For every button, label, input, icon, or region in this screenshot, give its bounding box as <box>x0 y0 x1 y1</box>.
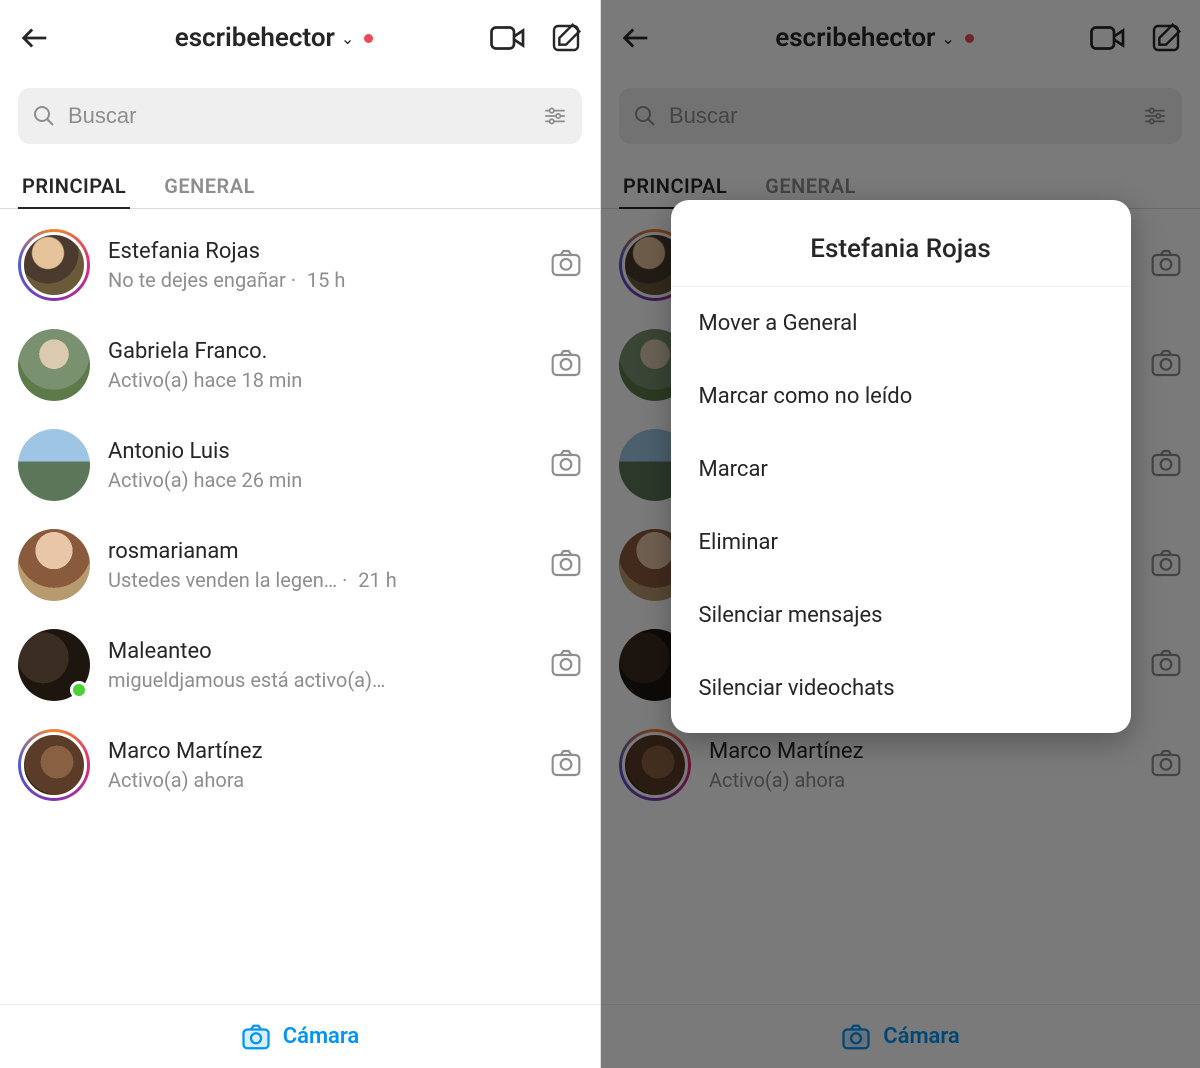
video-call-button[interactable] <box>490 23 526 53</box>
camera-shortcut[interactable] <box>550 348 582 382</box>
avatar[interactable] <box>18 529 90 601</box>
avatar[interactable] <box>18 629 90 701</box>
online-indicator <box>70 681 88 699</box>
chat-subtitle: Activo(a) hace 26 min <box>108 468 532 492</box>
context-menu: Estefania Rojas Mover a GeneralMarcar co… <box>671 200 1131 733</box>
chat-row[interactable]: Estefania Rojas No te dejes engañar · 15 … <box>0 215 600 315</box>
filter-icon[interactable] <box>542 103 568 129</box>
avatar[interactable] <box>18 229 90 301</box>
tab-principal[interactable]: PRINCIPAL <box>18 164 130 208</box>
camera-shortcut[interactable] <box>550 248 582 282</box>
context-menu-item[interactable]: Mover a General <box>671 287 1131 360</box>
camera-icon <box>550 348 582 378</box>
chat-subtitle: Activo(a) ahora <box>108 768 532 792</box>
chat-subtitle: No te dejes engañar · 15 h <box>108 268 532 292</box>
header: escribehector ⌄ <box>0 0 600 76</box>
camera-icon <box>550 648 582 678</box>
chat-name: Gabriela Franco. <box>108 339 532 364</box>
chevron-down-icon: ⌄ <box>341 29 354 48</box>
context-menu-item[interactable]: Eliminar <box>671 506 1131 579</box>
tabs: PRINCIPAL GENERAL <box>0 154 600 209</box>
chat-content: Estefania Rojas No te dejes engañar · 15 … <box>108 239 532 292</box>
search-icon <box>32 104 56 128</box>
camera-shortcut[interactable] <box>550 548 582 582</box>
chat-subtitle: migueldjamous está activo(a)… <box>108 668 532 692</box>
camera-label: Cámara <box>283 1024 360 1049</box>
chat-content: Maleanteo migueldjamous está activo(a)… <box>108 639 532 692</box>
account-switcher[interactable]: escribehector ⌄ <box>58 23 490 53</box>
tab-general[interactable]: GENERAL <box>160 164 259 208</box>
context-menu-item[interactable]: Marcar como no leído <box>671 360 1131 433</box>
camera-icon <box>550 248 582 278</box>
chat-row[interactable]: Gabriela Franco. Activo(a) hace 18 min <box>0 315 600 415</box>
chat-name: Marco Martínez <box>108 739 532 764</box>
compose-icon <box>550 22 582 54</box>
avatar[interactable] <box>18 729 90 801</box>
back-arrow-icon <box>18 21 52 55</box>
camera-shortcut[interactable] <box>550 648 582 682</box>
avatar[interactable] <box>18 429 90 501</box>
camera-icon <box>550 448 582 478</box>
chat-content: Marco Martínez Activo(a) ahora <box>108 739 532 792</box>
back-button[interactable] <box>18 21 58 55</box>
video-camera-icon <box>490 23 526 53</box>
chat-name: rosmarianam <box>108 539 532 564</box>
chat-name: Antonio Luis <box>108 439 532 464</box>
notification-dot <box>364 34 373 43</box>
new-message-button[interactable] <box>550 22 582 54</box>
camera-icon <box>550 748 582 778</box>
chat-content: Gabriela Franco. Activo(a) hace 18 min <box>108 339 532 392</box>
chat-content: Antonio Luis Activo(a) hace 26 min <box>108 439 532 492</box>
chat-subtitle: Ustedes venden la legen… · 21 h <box>108 568 532 592</box>
avatar[interactable] <box>18 329 90 401</box>
camera-shortcut[interactable] <box>550 448 582 482</box>
chat-row[interactable]: Antonio Luis Activo(a) hace 26 min <box>0 415 600 515</box>
chat-row[interactable]: Maleanteo migueldjamous está activo(a)… <box>0 615 600 715</box>
camera-icon <box>241 1023 271 1051</box>
camera-icon <box>550 548 582 578</box>
camera-bar[interactable]: Cámara <box>0 1004 600 1068</box>
context-menu-item[interactable]: Marcar <box>671 433 1131 506</box>
chat-subtitle: Activo(a) hace 18 min <box>108 368 532 392</box>
context-menu-item[interactable]: Silenciar mensajes <box>671 579 1131 652</box>
chat-list: Estefania Rojas No te dejes engañar · 15 … <box>0 209 600 885</box>
chat-row[interactable]: Marco Martínez Activo(a) ahora <box>0 715 600 815</box>
dm-inbox-panel: escribehector ⌄ PRINCIPAL GENERAL Estefa… <box>0 0 600 1068</box>
search-bar[interactable] <box>18 88 582 144</box>
username: escribehector <box>175 23 335 53</box>
search-input[interactable] <box>68 103 530 129</box>
chat-row[interactable]: rosmarianam Ustedes venden la legen… · 21… <box>0 515 600 615</box>
camera-shortcut[interactable] <box>550 748 582 782</box>
chat-name: Estefania Rojas <box>108 239 532 264</box>
dm-inbox-panel-context: escribehector ⌄ PRINCIPAL GENERAL Estefa… <box>600 0 1200 1068</box>
chat-content: rosmarianam Ustedes venden la legen… · 21… <box>108 539 532 592</box>
chat-name: Maleanteo <box>108 639 532 664</box>
context-menu-title: Estefania Rojas <box>671 208 1131 287</box>
context-menu-item[interactable]: Silenciar videochats <box>671 652 1131 725</box>
